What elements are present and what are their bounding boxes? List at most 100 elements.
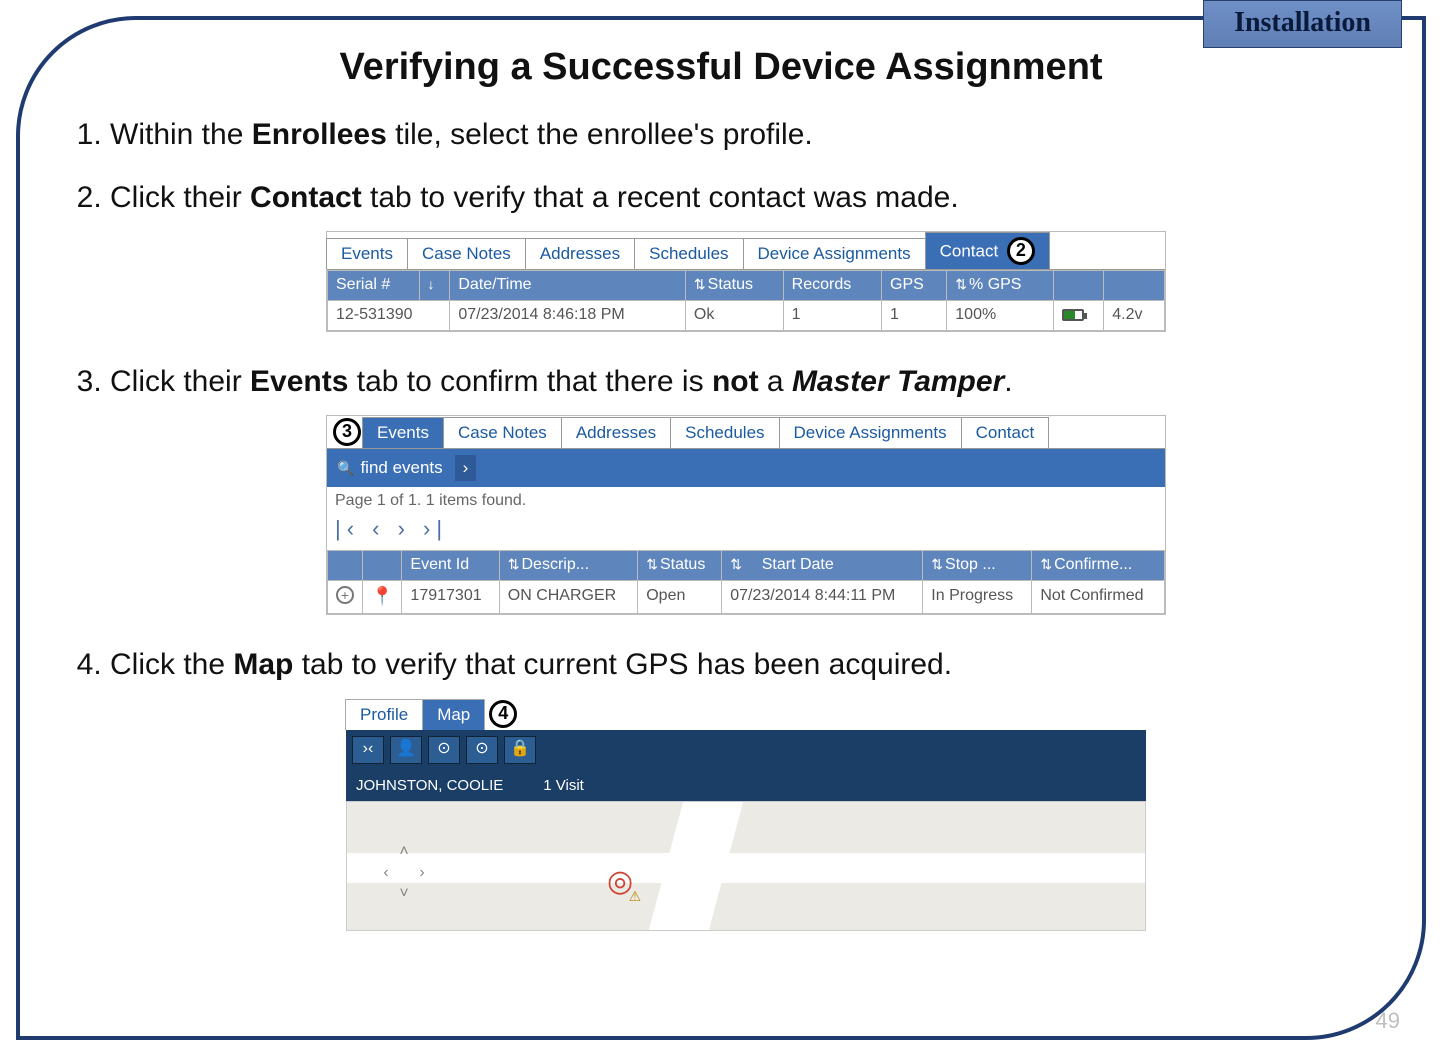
tab-map-label: Map (437, 705, 470, 724)
step-4: Click the Map tab to verify that current… (110, 645, 1382, 932)
tab-contact-label: Contact (940, 241, 999, 260)
tab-schedules-2[interactable]: Schedules (670, 417, 779, 448)
callout-4: 4 (489, 700, 517, 728)
col-expand (328, 551, 363, 581)
screenshot-map-tab: Profile Map 4 ›‹ 👤 ⊙ ⊙ 🔒 JOHNSTON, COOLI… (346, 698, 1146, 932)
col-desc[interactable]: Descrip... (499, 551, 637, 581)
col-records[interactable]: Records (783, 271, 881, 301)
tab-map[interactable]: Map (422, 699, 485, 730)
step-3: Click their Events tab to confirm that t… (110, 362, 1382, 615)
tab-row-2: 3 Events Case Notes Addresses Schedules … (327, 416, 1165, 449)
events-table: Event Id Descrip... Status Start Date St… (327, 550, 1165, 614)
col-start[interactable]: Start Date (722, 551, 923, 581)
plus-icon: + (336, 586, 354, 604)
map-visit-count: 1 Visit (543, 776, 584, 796)
step-1-text2: tile, select the enrollee's profile. (387, 118, 813, 151)
toolbar-lock-button[interactable]: 🔒 (504, 736, 536, 764)
screenshot-events-tab: 3 Events Case Notes Addresses Schedules … (326, 415, 1166, 615)
cell-serial: 12-531390 (328, 300, 450, 330)
col-stop-label: Stop ... (945, 556, 996, 573)
tab-events-2[interactable]: Events (362, 417, 444, 448)
map-pin-icon: 📍 (371, 586, 393, 606)
tab-addresses-2[interactable]: Addresses (561, 417, 671, 448)
sort-icon (646, 556, 660, 573)
search-go-button[interactable]: › (455, 455, 477, 481)
map-pan-control[interactable]: ˄ ‹› ˅ (377, 842, 431, 896)
sort-icon (730, 556, 744, 573)
map-view[interactable]: ˄ ‹ › ˅ ◎ ⚠ (346, 801, 1146, 931)
pan-right-icon[interactable]: › (413, 863, 431, 884)
tab-row-1: Events Case Notes Addresses Schedules De… (327, 232, 1165, 270)
tab-device-assignments-2[interactable]: Device Assignments (779, 417, 962, 448)
cell-battery (1054, 300, 1104, 330)
toolbar-target-button[interactable]: ⊙ (428, 736, 460, 764)
step-2-text: Click their (110, 181, 250, 214)
col-serial[interactable]: Serial # (328, 271, 420, 301)
tab-schedules[interactable]: Schedules (634, 238, 743, 269)
col-gps[interactable]: GPS (882, 271, 947, 301)
events-search-bar: find events › (327, 449, 1165, 487)
tab-contact-2[interactable]: Contact (961, 417, 1050, 448)
cell-status: Ok (685, 300, 783, 330)
cell-expand[interactable]: + (328, 580, 363, 613)
pan-left-icon[interactable]: ‹ (377, 863, 395, 884)
step-3-text3: a (759, 365, 792, 398)
tab-events[interactable]: Events (326, 238, 408, 269)
pan-down-icon[interactable]: ˅ (395, 884, 413, 905)
col-confirm-label: Confirme... (1054, 556, 1132, 573)
search-icon (337, 457, 354, 479)
toolbar-user-button[interactable]: 👤 (390, 736, 422, 764)
col-volt (1104, 271, 1165, 301)
tab-addresses[interactable]: Addresses (525, 238, 635, 269)
cell-gps: 1 (882, 300, 947, 330)
sort-down-icon (428, 276, 435, 293)
col-battery (1054, 271, 1104, 301)
col-serial-label: Serial # (336, 276, 390, 293)
tab-device-assignments[interactable]: Device Assignments (743, 238, 926, 269)
step-1: Within the Enrollees tile, select the en… (110, 115, 1382, 154)
col-sort-1[interactable] (419, 271, 450, 301)
col-status[interactable]: Status (685, 271, 783, 301)
toolbar-collapse-button[interactable]: ›‹ (352, 736, 384, 764)
tab-case-notes-2[interactable]: Case Notes (443, 417, 562, 448)
cell-stop: In Progress (923, 580, 1032, 613)
table-row: + 📍 17917301 ON CHARGER Open 07/23/2014 … (328, 580, 1165, 613)
col-status2-label: Status (660, 556, 705, 573)
search-input[interactable]: find events (360, 457, 442, 479)
step-1-text: Within the (110, 118, 252, 151)
cell-pin[interactable]: 📍 (363, 580, 402, 613)
content-area: Verifying a Successful Device Assignment… (60, 40, 1382, 1016)
tab-case-notes[interactable]: Case Notes (407, 238, 526, 269)
col-stop[interactable]: Stop ... (923, 551, 1032, 581)
cell-start: 07/23/2014 8:44:11 PM (722, 580, 923, 613)
sort-icon (955, 276, 969, 293)
tab-row-3: Profile Map 4 (346, 698, 1146, 730)
tab-contact[interactable]: Contact 2 (925, 232, 1050, 269)
cell-pct: 100% (947, 300, 1054, 330)
step-2-text2: tab to verify that a recent contact was … (362, 181, 959, 214)
map-toolbar: ›‹ 👤 ⊙ ⊙ 🔒 (346, 730, 1146, 770)
step-4-bold: Map (233, 648, 293, 681)
cell-volt: 4.2v (1104, 300, 1165, 330)
col-pctgps[interactable]: % GPS (947, 271, 1054, 301)
col-eventid[interactable]: Event Id (402, 551, 499, 581)
pan-up-icon[interactable]: ˄ (395, 842, 413, 863)
map-location-pin[interactable]: ◎ ⚠ (607, 862, 633, 901)
step-3-text4: . (1004, 365, 1012, 398)
col-status2[interactable]: Status (638, 551, 722, 581)
step-3-bold2: not (712, 365, 759, 398)
battery-icon (1062, 309, 1084, 321)
map-enrollee-name: JOHNSTON, COOLIE (356, 776, 503, 796)
toolbar-target2-button[interactable]: ⊙ (466, 736, 498, 764)
step-3-bold: Events (250, 365, 348, 398)
col-confirm[interactable]: Confirme... (1032, 551, 1165, 581)
steps-list: Within the Enrollees tile, select the en… (60, 115, 1382, 931)
col-datetime[interactable]: Date/Time (450, 271, 686, 301)
col-status-label: Status (708, 276, 753, 293)
step-3-text: Click their (110, 365, 250, 398)
step-4-text: Click the (110, 648, 233, 681)
pager-controls[interactable]: |‹ ‹ › ›| (327, 515, 1165, 550)
col-pctgps-label: % GPS (969, 276, 1021, 293)
tab-profile[interactable]: Profile (345, 699, 423, 730)
screenshot-contact-tab: Events Case Notes Addresses Schedules De… (326, 231, 1166, 332)
